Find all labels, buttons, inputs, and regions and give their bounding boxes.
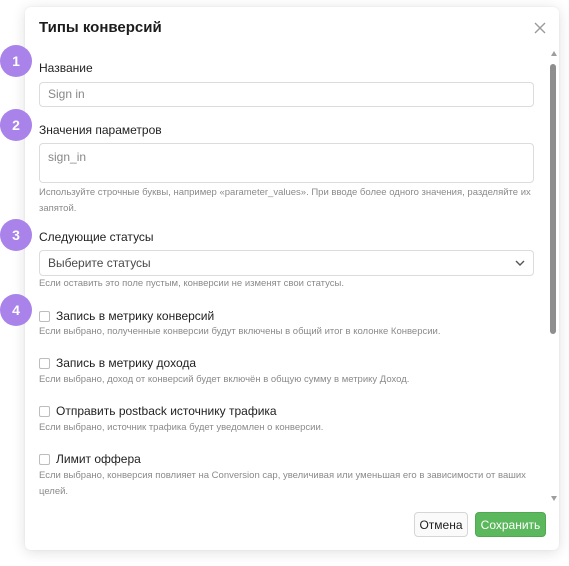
- statuses-label: Следующие статусы: [39, 230, 154, 244]
- checkbox-box[interactable]: [39, 405, 50, 417]
- step-badge-4: 4: [0, 294, 32, 326]
- statuses-select[interactable]: Выберите статусы: [39, 250, 534, 276]
- dialog-body: Название Sign in Значения параметров sig…: [25, 51, 545, 501]
- checkbox-box[interactable]: [39, 310, 50, 322]
- checkbox-conversions-metric[interactable]: Запись в метрику конверсий: [39, 309, 214, 323]
- step-badge-3: 3: [0, 219, 32, 251]
- checkbox-revenue-metric[interactable]: Запись в метрику дохода: [39, 356, 196, 370]
- scrollbar[interactable]: [550, 51, 558, 501]
- step-badge-1: 1: [0, 45, 32, 77]
- checkbox-help: Если выбрано, источник трафика будет уве…: [39, 422, 324, 433]
- statuses-placeholder: Выберите статусы: [48, 256, 151, 270]
- save-button[interactable]: Сохранить: [475, 512, 546, 537]
- checkbox-box[interactable]: [39, 357, 50, 369]
- close-icon[interactable]: [533, 21, 547, 35]
- params-help: Используйте строчные буквы, например «pa…: [39, 187, 531, 214]
- checkbox-label: Запись в метрику конверсий: [56, 309, 215, 323]
- name-input[interactable]: Sign in: [39, 82, 534, 107]
- checkbox-help: Если выбрано, доход от конверсий будет в…: [39, 374, 410, 385]
- checkbox-label: Отправить postback источнику трафика: [56, 404, 277, 418]
- scroll-up-arrow-icon[interactable]: [551, 51, 557, 56]
- checkbox-help: Если выбрано, полученные конверсии будут…: [39, 326, 441, 337]
- checkbox-label: Запись в метрику дохода: [56, 356, 197, 370]
- statuses-help: Если оставить это поле пустым, конверсии…: [39, 278, 344, 289]
- checkbox-postback[interactable]: Отправить postback источнику трафика: [39, 404, 277, 418]
- cancel-button[interactable]: Отмена: [414, 512, 468, 537]
- step-badge-2: 2: [0, 109, 32, 141]
- checkbox-label: Лимит оффера: [56, 452, 141, 466]
- params-label: Значения параметров: [39, 123, 162, 137]
- conversion-types-dialog: Типы конверсий Название Sign in Значения…: [25, 7, 559, 550]
- scroll-down-arrow-icon[interactable]: [551, 496, 557, 501]
- checkbox-help: Если выбрано, конверсия повлияет на Conv…: [39, 470, 526, 497]
- scrollbar-thumb[interactable]: [550, 64, 556, 334]
- params-textarea[interactable]: sign_in: [39, 143, 534, 183]
- checkbox-offer-cap[interactable]: Лимит оффера: [39, 452, 141, 466]
- checkbox-box[interactable]: [39, 453, 50, 465]
- dialog-title: Типы конверсий: [39, 19, 162, 36]
- chevron-down-icon: [515, 260, 525, 266]
- name-label: Название: [39, 61, 93, 75]
